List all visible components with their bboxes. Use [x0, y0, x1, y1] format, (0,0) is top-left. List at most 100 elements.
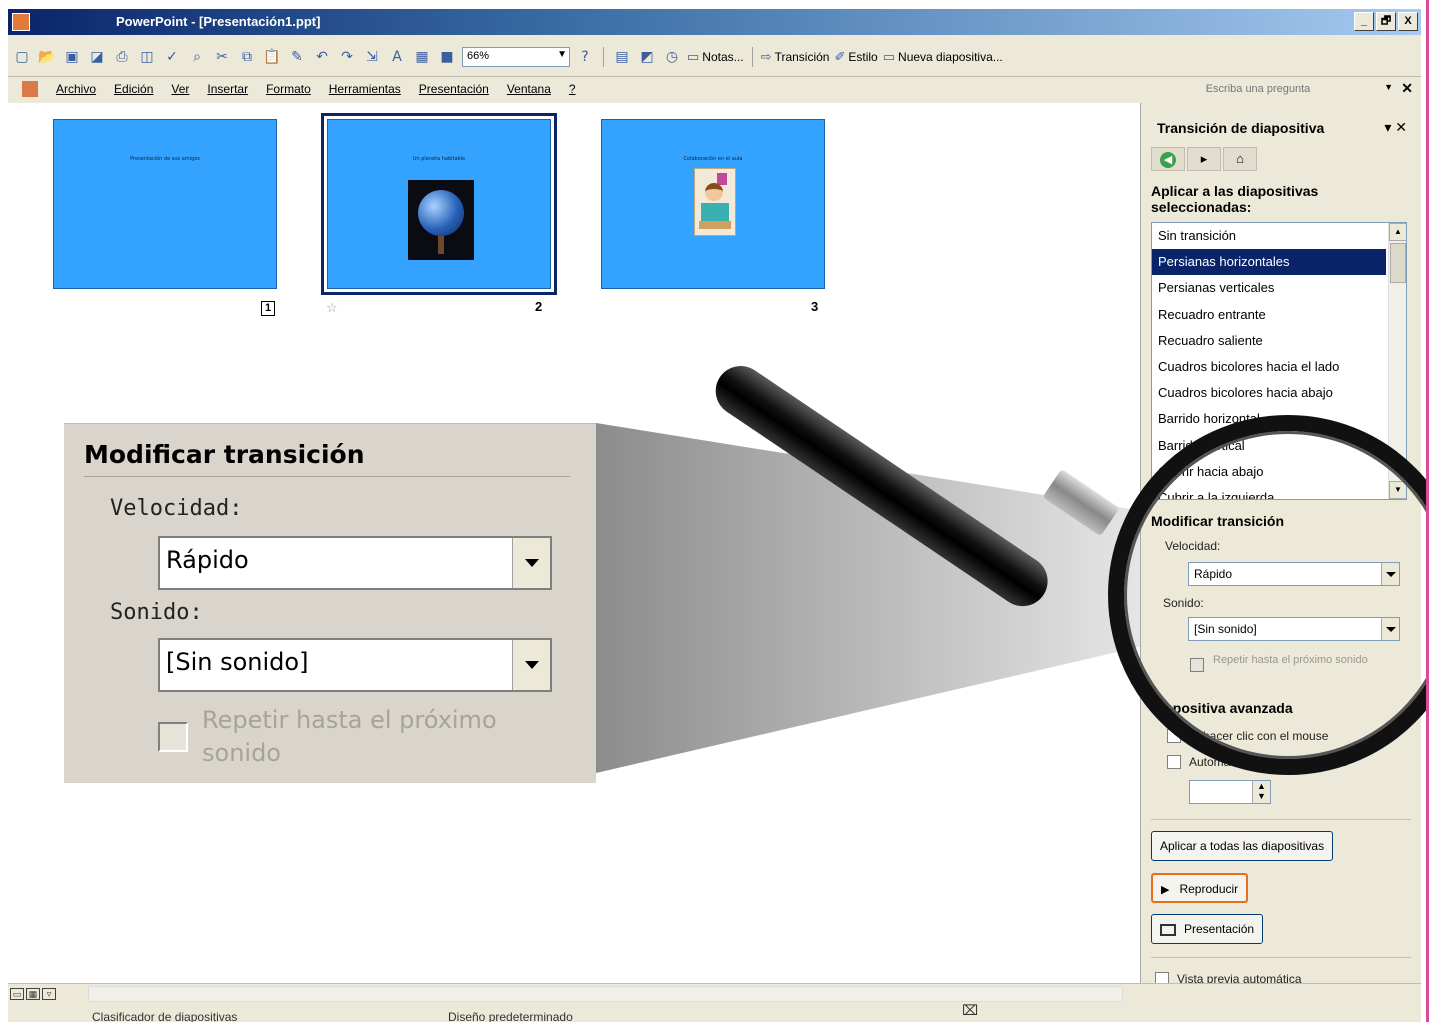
powerpoint-app-icon[interactable]	[12, 13, 30, 31]
transition-button[interactable]: ⇨ Transición	[761, 49, 830, 65]
zoom-repeat-checkbox[interactable]	[158, 722, 188, 752]
list-item[interactable]: Cuadros bicolores hacia el lado	[1152, 354, 1406, 380]
modify-transition-title: Modificar transición	[1151, 513, 1285, 529]
list-item[interactable]: Cubrir a la izquierda	[1152, 485, 1406, 499]
restore-button[interactable]: 🗗	[1376, 12, 1396, 31]
color-grayscale-icon[interactable]: ■	[437, 47, 457, 67]
close-document-icon[interactable]: ✕	[1401, 80, 1413, 97]
notes-button[interactable]: ▭ Notas...	[687, 49, 744, 65]
menu-insertar[interactable]: Insertar	[207, 82, 248, 96]
home-icon[interactable]: ⌂	[1223, 147, 1257, 171]
normal-view-icon[interactable]: ▭	[10, 988, 24, 1000]
chevron-down-icon[interactable]	[1381, 618, 1399, 640]
list-item[interactable]: Barrido horizontal	[1152, 406, 1406, 432]
sound-value: [Sin sonido]	[1194, 622, 1257, 636]
expand-icon[interactable]: ⇲	[362, 47, 382, 67]
speed-value: Rápido	[1194, 567, 1233, 581]
list-item[interactable]: Sin transición	[1152, 223, 1406, 249]
scroll-thumb[interactable]	[1390, 243, 1406, 283]
ask-question-input[interactable]: Escriba una pregunta	[1153, 79, 1363, 99]
back-icon[interactable]: ◀	[1151, 147, 1185, 171]
format-painter-icon[interactable]: ✎	[287, 47, 307, 67]
new-slide-button[interactable]: ▭ Nueva diapositiva...	[883, 49, 1003, 65]
chevron-down-icon[interactable]	[512, 538, 550, 588]
list-scrollbar[interactable]: ▲ ▼	[1388, 223, 1406, 499]
apply-all-button[interactable]: Aplicar a todas las diapositivas	[1151, 831, 1334, 861]
open-icon[interactable]: 📂	[37, 47, 57, 67]
transition-star-icon[interactable]: ☆	[326, 301, 338, 316]
slide-thumbnail-1[interactable]: Presentación de sus amigos	[53, 119, 277, 289]
slide-icon[interactable]: ▤	[612, 47, 632, 67]
menu-archivo[interactable]: Archivo	[56, 82, 96, 96]
repeat-checkbox[interactable]	[1190, 658, 1204, 672]
style-button[interactable]: ✐ Estilo	[834, 49, 877, 65]
hide-slide-icon[interactable]: ◩	[637, 47, 657, 67]
chevron-down-icon[interactable]	[512, 640, 550, 690]
slideshow-view-icon[interactable]: ▿	[42, 988, 56, 1000]
chevron-down-icon: ▼	[557, 49, 567, 60]
scroll-down-icon[interactable]: ▼	[1389, 481, 1406, 499]
menu-help[interactable]: ?	[569, 82, 576, 96]
close-button[interactable]: X	[1398, 12, 1418, 31]
list-item[interactable]: Barrido vertical	[1152, 433, 1406, 459]
slide-thumbnail-2[interactable]: Un planeta habitable	[321, 113, 557, 295]
help-icon[interactable]: ?	[575, 47, 595, 67]
spelling-icon[interactable]: ✓	[162, 47, 182, 67]
spelling-status-icon: ⌧	[962, 1002, 979, 1018]
minimize-button[interactable]: _	[1354, 12, 1374, 31]
slide-title: Presentación de sus amigos	[130, 156, 200, 162]
auto-advance-time-input[interactable]: ▲ ▼	[1189, 780, 1271, 804]
list-item[interactable]: Recuadro entrante	[1152, 302, 1406, 328]
paste-icon[interactable]: 📋	[262, 47, 282, 67]
taskpane-controls[interactable]: ▾ ✕	[1384, 119, 1407, 136]
horizontal-scrollbar[interactable]	[88, 986, 1123, 1002]
spinner-icon[interactable]: ▲ ▼	[1252, 781, 1270, 803]
menu-edicion[interactable]: Edición	[114, 82, 153, 96]
print-preview-icon[interactable]: ◫	[137, 47, 157, 67]
menu-formato[interactable]: Formato	[266, 82, 311, 96]
forward-icon[interactable]: ▸	[1187, 147, 1221, 171]
slide-sorter-view-icon[interactable]: ▦	[26, 988, 40, 1000]
zoom-select[interactable]: 66% ▼	[462, 47, 570, 67]
slide-thumbnail-3[interactable]: Colaboración en el aula	[601, 119, 825, 289]
list-item[interactable]: Cuadros bicolores hacia abajo	[1152, 380, 1406, 406]
menu-ver[interactable]: Ver	[171, 82, 189, 96]
show-formatting-icon[interactable]: A	[387, 47, 407, 67]
transition-list[interactable]: Sin transición Persianas horizontales Pe…	[1151, 222, 1407, 500]
cut-icon[interactable]: ✂	[212, 47, 232, 67]
list-item[interactable]: Persianas verticales	[1152, 275, 1406, 301]
rehearse-icon[interactable]: ◷	[662, 47, 682, 67]
speed-select[interactable]: Rápido	[1188, 562, 1400, 586]
menu-presentacion[interactable]: Presentación	[419, 82, 489, 96]
grid-icon[interactable]: ▦	[412, 47, 432, 67]
list-item[interactable]: Cubrir hacia abajo	[1152, 459, 1406, 485]
auto-advance-checkbox[interactable]	[1167, 755, 1181, 769]
save-icon[interactable]: ▣	[62, 47, 82, 67]
on-click-checkbox[interactable]	[1167, 729, 1181, 743]
new-icon[interactable]: ▢	[12, 47, 32, 67]
chevron-down-icon[interactable]	[1381, 563, 1399, 585]
zoom-sound-select[interactable]: [Sin sonido]	[158, 638, 552, 692]
research-icon[interactable]: ⌕	[187, 47, 207, 67]
play-button[interactable]: ▶ Reproducir	[1151, 873, 1249, 903]
zoom-sound-value: [Sin sonido]	[166, 648, 309, 676]
transition-label: Transición	[774, 50, 830, 64]
window-title: PowerPoint - [Presentación1.ppt]	[116, 14, 321, 29]
redo-icon[interactable]: ↷	[337, 47, 357, 67]
list-item[interactable]: Recuadro saliente	[1152, 328, 1406, 354]
document-icon[interactable]	[22, 81, 38, 97]
undo-icon[interactable]: ↶	[312, 47, 332, 67]
sound-label: Sonido:	[1163, 596, 1204, 610]
slideshow-button[interactable]: Presentación	[1151, 914, 1264, 944]
print-icon[interactable]: ⎙	[112, 47, 132, 67]
menu-herramientas[interactable]: Herramientas	[329, 82, 401, 96]
list-item-selected[interactable]: Persianas horizontales	[1152, 249, 1386, 276]
sound-select[interactable]: [Sin sonido]	[1188, 617, 1400, 641]
zoom-speed-select[interactable]: Rápido	[158, 536, 552, 590]
menu-ventana[interactable]: Ventana	[507, 82, 551, 96]
style-icon: ✐	[834, 49, 846, 64]
copy-icon[interactable]: ⧉	[237, 47, 257, 67]
permission-icon[interactable]: ◪	[87, 47, 107, 67]
scroll-up-icon[interactable]: ▲	[1389, 223, 1406, 241]
chevron-down-icon[interactable]: ▼	[1384, 82, 1393, 92]
